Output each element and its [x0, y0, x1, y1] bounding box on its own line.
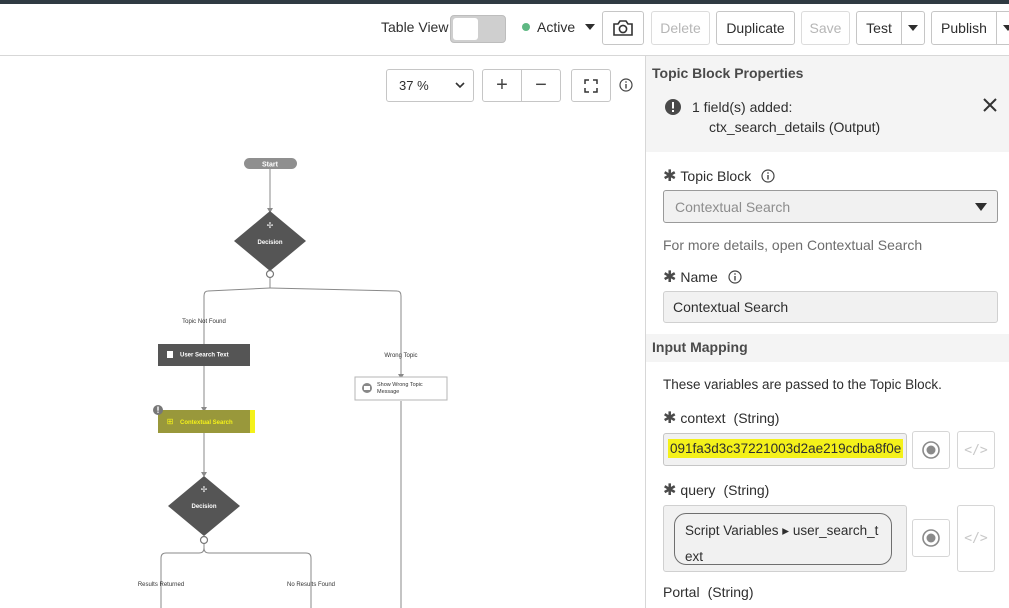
caret-down-icon [1003, 25, 1009, 31]
name-label: ✱ Name [663, 267, 742, 287]
input-mapping-description: These variables are passed to the Topic … [663, 377, 942, 392]
save-button[interactable]: Save [801, 11, 850, 45]
more-details-prefix: For more details, open [663, 237, 804, 253]
info-icon[interactable] [761, 169, 775, 183]
required-icon: ✱ [663, 269, 677, 286]
duplicate-button[interactable]: Duplicate [716, 11, 795, 45]
portal-type: (String) [707, 584, 754, 600]
flow-diagram: Start ✢ Decision Topic Not Found Wrong T… [138, 158, 448, 608]
flow-canvas[interactable]: 37 % + − Start ✢ Decision Topic Not Foun… [0, 56, 645, 608]
decision-icon: ✢ [267, 221, 274, 230]
panel-title: Topic Block Properties [646, 56, 1009, 90]
toolbar: Table View Active Delete Duplicate Save … [0, 4, 1009, 56]
alert-icon [665, 99, 681, 115]
data-pill-picker-icon [922, 441, 940, 459]
caret-down-icon [908, 25, 918, 31]
delete-button[interactable]: Delete [651, 11, 710, 45]
publish-button[interactable]: Publish [931, 11, 997, 45]
info-icon[interactable] [728, 270, 742, 284]
more-details-line: For more details, open Contextual Search [663, 237, 922, 253]
input-mapping-title: Input Mapping [646, 334, 1009, 362]
branch-label-wrong-topic: Wrong Topic [384, 353, 417, 359]
status-label: Active [537, 19, 576, 35]
test-button[interactable]: Test [856, 11, 902, 45]
connector-no-results [203, 547, 312, 608]
query-type: (String) [723, 482, 770, 498]
context-value: 091fa3d3c37221003d2ae219cdba8f0e [668, 439, 904, 458]
portal-label-text: Portal [663, 584, 700, 600]
topic-block-label: ✱ Topic Block [663, 166, 775, 186]
toggle-knob [453, 18, 478, 40]
open-topic-block-link[interactable]: Contextual Search [807, 237, 922, 253]
branch-label-topic-not-found: Topic Not Found [182, 319, 226, 325]
caret-down-icon [585, 24, 596, 30]
flow-node-contextual-search-label: Contextual Search [180, 420, 233, 426]
branch-label-no-results: No Results Found [287, 582, 335, 588]
flow-node-decision-1-label: Decision [257, 240, 282, 246]
context-label-text: context [680, 410, 726, 426]
required-icon: ✱ [663, 410, 677, 427]
table-view-toggle[interactable] [450, 15, 506, 43]
data-pill-picker-button[interactable] [912, 519, 950, 557]
topic-block-label-text: Topic Block [680, 168, 752, 184]
connector-wrong-topic [269, 287, 402, 376]
decision-icon: ✢ [201, 485, 208, 494]
user-input-icon [167, 351, 173, 358]
context-type: (String) [733, 410, 780, 426]
topic-block-value: Contextual Search [675, 199, 791, 215]
data-pill-picker-button[interactable] [912, 431, 950, 469]
flow-node-start-label: Start [262, 162, 279, 169]
fields-added-alert: 1 field(s) added: ctx_search_details (Ou… [646, 90, 1009, 152]
query-label-text: query [680, 482, 716, 498]
connector-not-found [203, 287, 271, 348]
context-label: ✱ context (String) [663, 408, 779, 428]
query-pill-line-2: ext [685, 549, 704, 564]
required-icon: ✱ [663, 168, 677, 185]
data-pill-picker-icon [922, 529, 940, 547]
topic-block-select[interactable]: Contextual Search [663, 190, 998, 223]
script-toggle-button[interactable]: </> [957, 505, 995, 572]
decision-2-port [199, 535, 209, 545]
test-dropdown-button[interactable] [901, 11, 925, 45]
flow-node-show-wrong-topic-label-1: Show Wrong Topic [377, 382, 423, 388]
required-icon: ✱ [663, 482, 677, 499]
name-label-text: Name [680, 269, 718, 285]
alert-message-line-2: ctx_search_details (Output) [709, 119, 881, 135]
branch-label-results-returned: Results Returned [138, 582, 184, 588]
context-input[interactable]: 091fa3d3c37221003d2ae219cdba8f0e [663, 433, 907, 466]
caret-down-icon [975, 203, 987, 211]
script-toggle-button[interactable]: </> [957, 431, 995, 469]
flow-node-show-wrong-topic-label-2: Message [377, 389, 399, 395]
status-dot-icon [522, 23, 530, 31]
name-input[interactable]: Contextual Search [663, 291, 998, 323]
status-dropdown[interactable]: Active [522, 19, 596, 35]
table-view-label: Table View [381, 19, 449, 35]
query-input[interactable]: Script Variables ▸ user_search_t ext [663, 505, 907, 572]
alert-message-line-1: 1 field(s) added: [692, 99, 793, 115]
portal-label: Portal (String) [663, 584, 753, 600]
query-data-pill[interactable]: Script Variables ▸ user_search_t ext [674, 513, 892, 565]
properties-panel: Topic Block Properties 1 field(s) added:… [645, 56, 1009, 608]
connector-results [160, 541, 205, 608]
query-pill-line-1: Script Variables ▸ user_search_t [685, 523, 879, 538]
topic-block-icon: ⊞ [167, 417, 174, 426]
screenshot-button[interactable] [602, 11, 644, 45]
publish-dropdown-button[interactable] [996, 11, 1009, 45]
query-label: ✱ query (String) [663, 480, 769, 500]
flow-node-decision-2-label: Decision [191, 504, 216, 510]
camera-icon [613, 20, 633, 36]
flow-node-user-search-label: User Search Text [180, 353, 229, 359]
close-icon[interactable] [982, 97, 998, 113]
decision-1-port [265, 269, 275, 279]
